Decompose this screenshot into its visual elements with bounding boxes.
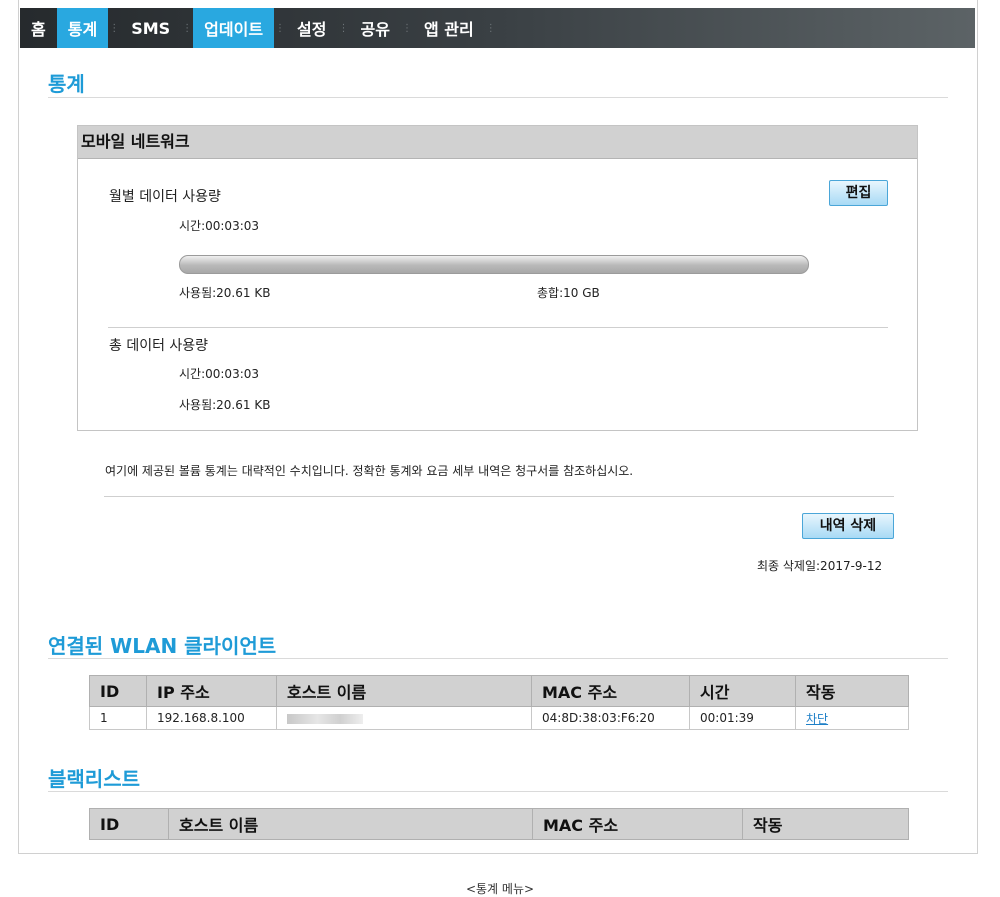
statistics-menu-link[interactable]: <통계 메뉴> (0, 880, 1000, 897)
nav-separator: ⋮ (182, 22, 193, 34)
nav-statistics[interactable]: 통계 (56, 8, 109, 48)
statistics-title: 통계 (48, 72, 85, 96)
column-header-id: ID (89, 808, 169, 840)
nav-separator: ⋮ (275, 22, 286, 34)
redacted-hostname (287, 713, 363, 724)
volume-notice: 여기에 제공된 볼륨 통계는 대략적인 수치입니다. 정확한 통계와 요금 세부… (105, 464, 634, 478)
wlan-clients-title: 연결된 WLAN 클라이언트 (48, 634, 277, 658)
main-nav: 홈 통계 ⋮ SMS ⋮ 업데이트 ⋮ 설정 ⋮ 공유 ⋮ 앱 관리 ⋮ (20, 8, 975, 48)
column-header-id: ID (89, 675, 147, 707)
column-header-mac: MAC 주소 (532, 808, 743, 840)
divider (48, 791, 948, 792)
block-link[interactable]: 차단 (806, 712, 828, 726)
divider (104, 496, 894, 497)
blacklist-title: 블랙리스트 (48, 767, 140, 791)
total-time: 시간:00:03:03 (179, 367, 260, 381)
column-header-action: 작동 (795, 675, 909, 707)
nav-update[interactable]: 업데이트 (193, 8, 275, 48)
edit-button[interactable]: 편집 (829, 180, 888, 206)
nav-separator: ⋮ (338, 22, 349, 34)
clear-history-button[interactable]: 내역 삭제 (802, 513, 894, 539)
monthly-usage-label: 월별 데이터 사용량 (109, 189, 221, 205)
blacklist-table: ID 호스트 이름 MAC 주소 작동 (89, 808, 909, 840)
column-header-hostname: 호스트 이름 (168, 808, 533, 840)
column-header-action: 작동 (742, 808, 909, 840)
nav-home[interactable]: 홈 (20, 8, 57, 48)
wlan-clients-table: ID IP 주소 호스트 이름 MAC 주소 시간 작동 1 192.168.8… (89, 675, 909, 730)
panel-title: 모바일 네트워크 (78, 126, 917, 159)
cell-hostname (276, 706, 532, 730)
total-usage-label: 총 데이터 사용량 (109, 338, 209, 354)
monthly-total: 총합:10 GB (537, 286, 600, 300)
nav-sms[interactable]: SMS (120, 8, 181, 48)
cell-id: 1 (89, 706, 147, 730)
divider (48, 658, 948, 659)
nav-share[interactable]: 공유 (350, 8, 401, 48)
mobile-network-panel: 모바일 네트워크 월별 데이터 사용량 편집 시간:00:03:03 사용됨:2… (77, 125, 918, 431)
cell-mac: 04:8D:38:03:F6:20 (531, 706, 690, 730)
nav-settings[interactable]: 설정 (286, 8, 337, 48)
last-cleared-date: 최종 삭제일:2017-9-12 (757, 559, 883, 573)
divider (108, 327, 888, 328)
column-header-hostname: 호스트 이름 (276, 675, 532, 707)
column-header-ip: IP 주소 (146, 675, 277, 707)
nav-separator: ⋮ (401, 22, 412, 34)
cell-time: 00:01:39 (689, 706, 796, 730)
cell-action: 차단 (795, 706, 909, 730)
nav-separator: ⋮ (485, 22, 496, 34)
monthly-time: 시간:00:03:03 (179, 219, 260, 233)
monthly-used: 사용됨:20.61 KB (179, 286, 271, 300)
nav-separator: ⋮ (109, 22, 120, 34)
cell-ip: 192.168.8.100 (146, 706, 277, 730)
nav-app-management[interactable]: 앱 관리 (413, 8, 485, 48)
column-header-time: 시간 (689, 675, 796, 707)
column-header-mac: MAC 주소 (531, 675, 690, 707)
table-row: 1 192.168.8.100 04:8D:38:03:F6:20 00:01:… (89, 706, 909, 730)
divider (48, 97, 948, 98)
total-used: 사용됨:20.61 KB (179, 398, 271, 412)
monthly-usage-progress-bar (179, 255, 809, 274)
